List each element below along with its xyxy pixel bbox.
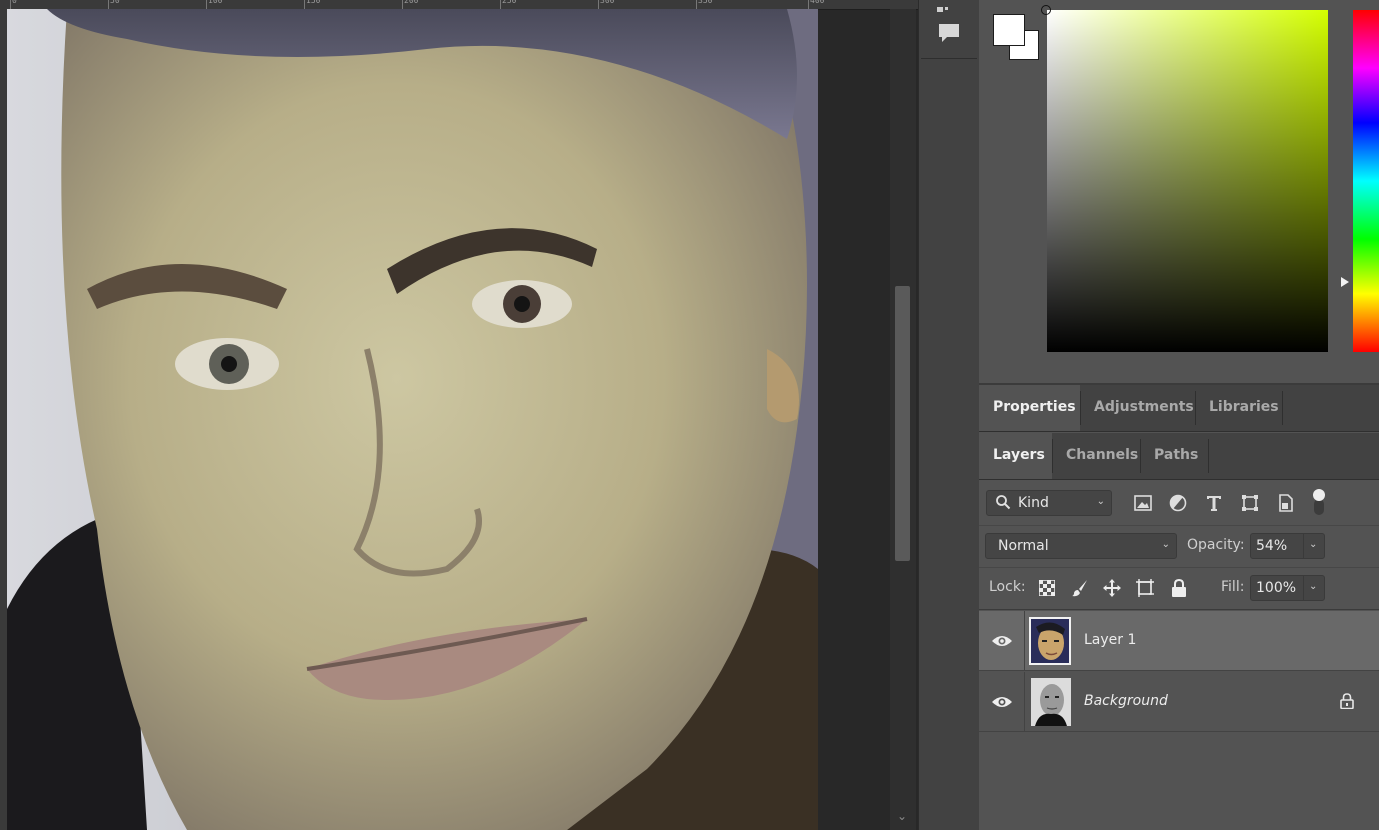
panel-dock-strip bbox=[918, 0, 980, 830]
tab-properties[interactable]: Properties bbox=[979, 385, 1080, 431]
ruler-tick bbox=[402, 0, 403, 9]
layer-visibility-toggle[interactable] bbox=[979, 672, 1025, 732]
ruler-label: 400 bbox=[810, 0, 825, 5]
tab-libraries[interactable]: Libraries bbox=[1195, 385, 1282, 431]
layer-name[interactable]: Layer 1 bbox=[1084, 632, 1136, 648]
chevron-down-icon: ⌄ bbox=[1096, 496, 1105, 507]
ruler-label: 150 bbox=[306, 0, 321, 5]
fill-value: 100% bbox=[1256, 580, 1297, 596]
lock-fill-row: Lock: Fill: 100% ⌄ bbox=[979, 567, 1379, 610]
image-filter-icon[interactable] bbox=[1131, 491, 1155, 515]
composite-portrait-photo[interactable] bbox=[7, 9, 818, 830]
opacity-value: 54% bbox=[1256, 538, 1288, 554]
opacity-field[interactable]: 54% ⌄ bbox=[1250, 533, 1325, 559]
layer-kind-filter-value: Kind bbox=[1018, 495, 1049, 511]
hue-slider-handle[interactable] bbox=[1341, 277, 1349, 287]
blend-opacity-row: Normal ⌄ Opacity: 54% ⌄ bbox=[979, 525, 1379, 568]
ruler-tick bbox=[598, 0, 599, 9]
vertical-scrollbar[interactable]: ⌄ bbox=[890, 9, 916, 830]
color-picker-marker[interactable] bbox=[1041, 5, 1051, 15]
eye-icon bbox=[991, 636, 1012, 646]
layer-row-background[interactable]: Background bbox=[979, 672, 1379, 732]
portrait-illustration bbox=[7, 9, 818, 830]
foreground-color-swatch[interactable] bbox=[993, 14, 1025, 46]
document-canvas-area[interactable]: 0 50 100 150 200 250 300 350 400 ⌄ bbox=[0, 0, 918, 830]
color-picker-panel bbox=[979, 0, 1379, 385]
lock-all-icon[interactable] bbox=[1167, 576, 1191, 600]
toggle-track bbox=[1314, 499, 1324, 515]
history-icon[interactable] bbox=[937, 0, 951, 12]
layer-name[interactable]: Background bbox=[1084, 693, 1168, 709]
ruler-label: 300 bbox=[600, 0, 615, 5]
adjustment-filter-icon[interactable] bbox=[1166, 491, 1190, 515]
search-icon bbox=[995, 494, 1011, 514]
layer-locked-icon[interactable] bbox=[1340, 693, 1354, 713]
layer-filter-row: Kind ⌄ bbox=[979, 480, 1379, 526]
chevron-down-icon: ⌄ bbox=[1161, 539, 1170, 550]
tab-channels[interactable]: Channels bbox=[1052, 433, 1140, 479]
scroll-down-arrow-icon[interactable]: ⌄ bbox=[897, 809, 907, 823]
opacity-label: Opacity: bbox=[1187, 537, 1245, 553]
chevron-down-icon: ⌄ bbox=[1309, 539, 1318, 550]
layer-thumbnail[interactable] bbox=[1031, 678, 1071, 726]
lock-image-icon[interactable] bbox=[1068, 576, 1092, 600]
fill-dropdown-button[interactable]: ⌄ bbox=[1303, 576, 1324, 600]
tab-divider bbox=[1282, 391, 1283, 425]
layer-visibility-toggle[interactable] bbox=[979, 611, 1025, 671]
ruler-tick bbox=[108, 0, 109, 9]
layers-tab-bar: Layers Channels Paths bbox=[979, 433, 1379, 480]
tab-adjustments[interactable]: Adjustments bbox=[1080, 385, 1195, 431]
lock-artboard-icon[interactable] bbox=[1133, 576, 1157, 600]
lock-position-icon[interactable] bbox=[1100, 576, 1124, 600]
tab-paths[interactable]: Paths bbox=[1140, 433, 1208, 479]
ruler-label: 50 bbox=[110, 0, 120, 5]
ruler-tick bbox=[304, 0, 305, 9]
fill-label: Fill: bbox=[1221, 579, 1245, 595]
blend-mode-select[interactable]: Normal ⌄ bbox=[985, 533, 1177, 559]
ruler-label: 200 bbox=[404, 0, 419, 5]
blend-mode-value: Normal bbox=[998, 538, 1049, 554]
tab-layers[interactable]: Layers bbox=[979, 433, 1052, 479]
ruler-tick bbox=[206, 0, 207, 9]
vertical-ruler[interactable] bbox=[0, 9, 7, 830]
scrollbar-thumb[interactable] bbox=[895, 286, 910, 561]
ruler-tick bbox=[696, 0, 697, 9]
tab-divider bbox=[1208, 439, 1209, 473]
layer-filter-toggle[interactable] bbox=[1312, 489, 1326, 517]
hue-slider[interactable] bbox=[1353, 10, 1379, 352]
opacity-dropdown-button[interactable]: ⌄ bbox=[1303, 534, 1324, 558]
chevron-down-icon: ⌄ bbox=[1309, 581, 1318, 592]
lock-transparent-icon[interactable] bbox=[1035, 576, 1059, 600]
ruler-tick bbox=[10, 0, 11, 9]
ruler-label: 350 bbox=[698, 0, 713, 5]
ruler-label: 0 bbox=[12, 0, 17, 5]
layer-kind-filter-select[interactable]: Kind ⌄ bbox=[986, 490, 1112, 516]
ruler-tick bbox=[808, 0, 809, 9]
ruler-tick bbox=[500, 0, 501, 9]
fill-field[interactable]: 100% ⌄ bbox=[1250, 575, 1325, 601]
saturation-brightness-field[interactable] bbox=[1047, 10, 1328, 352]
lock-label: Lock: bbox=[989, 579, 1026, 595]
speech-bubble-icon[interactable] bbox=[936, 20, 962, 46]
layer-row-layer-1[interactable]: Layer 1 bbox=[979, 611, 1379, 671]
toggle-knob bbox=[1313, 489, 1325, 501]
layers-panel: Kind ⌄ Normal ⌄ Opacity: 54% ⌄ Lock: Fil… bbox=[979, 480, 1379, 830]
ruler-label: 100 bbox=[208, 0, 223, 5]
ruler-label: 250 bbox=[502, 0, 517, 5]
properties-tab-bar: Properties Adjustments Libraries bbox=[979, 385, 1379, 432]
type-filter-icon[interactable] bbox=[1202, 491, 1226, 515]
eye-icon bbox=[991, 697, 1012, 707]
right-panel-column: Properties Adjustments Libraries Layers … bbox=[979, 0, 1379, 830]
layer-thumbnail[interactable] bbox=[1029, 617, 1071, 665]
shape-filter-icon[interactable] bbox=[1238, 491, 1262, 515]
smart-object-filter-icon[interactable] bbox=[1274, 491, 1298, 515]
dock-divider bbox=[921, 58, 977, 59]
